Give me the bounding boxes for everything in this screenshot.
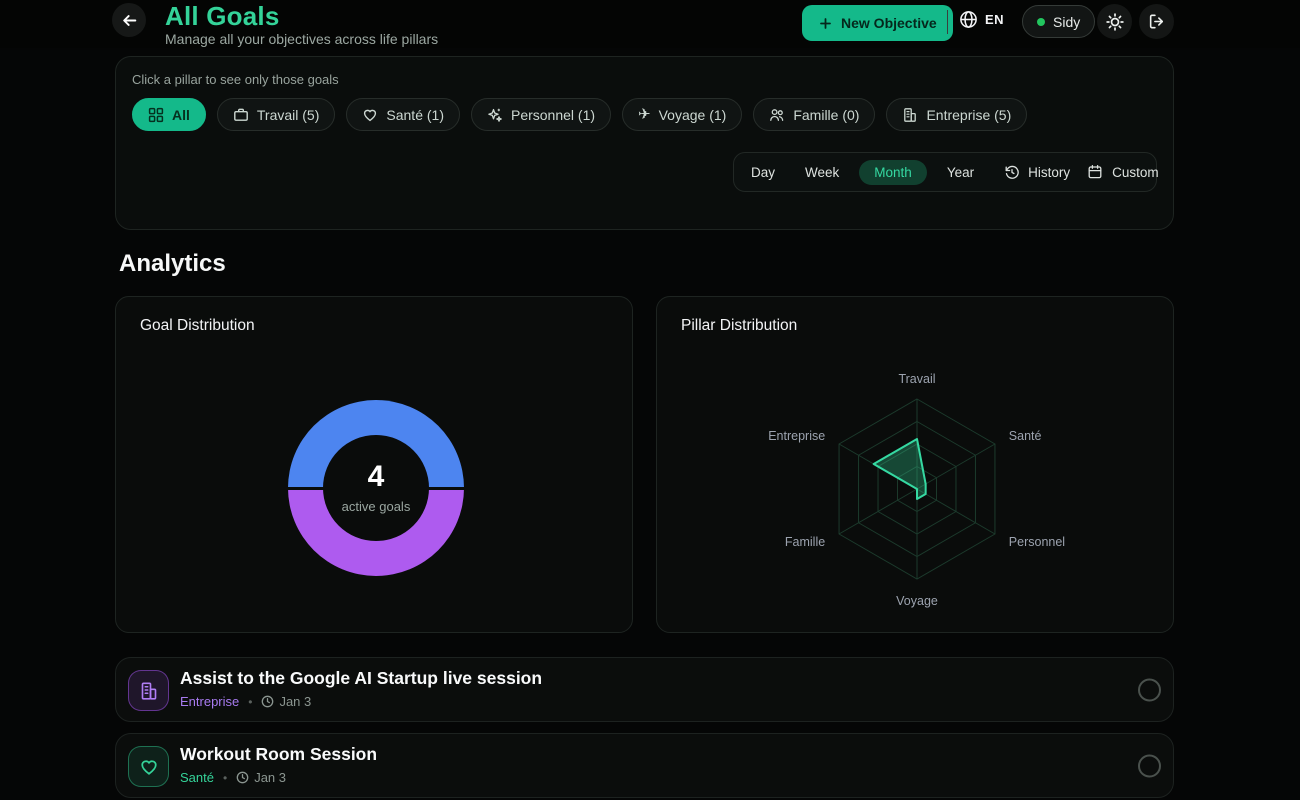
pill-label: All [172, 106, 190, 123]
plane-icon: ✈ [638, 106, 651, 123]
pillar-distribution-card: Pillar Distribution Travail Santé Personne… [656, 296, 1174, 633]
goal-title: Workout Room Session [180, 744, 378, 764]
goal-distribution-donut-chart: 4 active goals [288, 400, 464, 576]
svg-text:Famille: Famille [785, 535, 825, 549]
header-divider [947, 10, 948, 34]
pill-label: Entreprise (5) [926, 106, 1012, 123]
user-menu-button[interactable]: Sidy [1022, 5, 1096, 38]
logout-icon [1148, 13, 1165, 30]
range-week[interactable]: Week [805, 165, 839, 180]
user-name: Sidy [1053, 13, 1081, 30]
pill-label: Santé (1) [386, 106, 444, 123]
heart-icon [362, 107, 378, 123]
people-icon [769, 107, 785, 123]
calendar-icon [1087, 164, 1103, 180]
header-bar: All Goals Manage all your objectives acr… [0, 0, 1300, 48]
pill-all[interactable]: All [132, 98, 206, 131]
history-label: History [1028, 164, 1071, 180]
goal-date: Jan 3 [261, 694, 311, 709]
meta-separator: • [248, 694, 253, 709]
sparkles-icon [487, 107, 503, 123]
pill-label: Voyage (1) [658, 106, 727, 123]
back-button[interactable] [112, 3, 146, 37]
goal-date: Jan 3 [236, 770, 286, 785]
page-subtitle: Manage all your objectives across life p… [165, 31, 439, 47]
range-year[interactable]: Year [947, 165, 974, 180]
goal-meta: Santé • Jan 3 [180, 770, 286, 785]
pill-personnel[interactable]: Personnel (1) [470, 98, 612, 131]
goal-distribution-card: Goal Distribution 4 active goals [115, 296, 633, 633]
clock-icon [261, 695, 274, 708]
grid-icon [148, 107, 164, 123]
page-title: All Goals [165, 1, 280, 31]
pill-label: Travail (5) [256, 106, 320, 123]
svg-text:Santé: Santé [1009, 429, 1042, 443]
donut-center: 4 active goals [323, 435, 429, 541]
goal-row-workout-session[interactable]: Workout Room Session Santé • Jan 3 [115, 733, 1174, 798]
pillar-pill-row: All Travail (5) Santé (1) Personnel (1) … [132, 98, 1028, 131]
goal-date-label: Jan 3 [279, 694, 312, 709]
pill-travail[interactable]: Travail (5) [216, 98, 336, 131]
pill-entreprise[interactable]: Entreprise (5) [886, 98, 1028, 131]
goal-complete-toggle[interactable] [1138, 678, 1161, 701]
goal-title: Assist to the Google AI Startup live ses… [180, 668, 543, 688]
briefcase-icon [233, 107, 249, 123]
goal-meta: Entreprise • Jan 3 [180, 694, 311, 709]
pill-sante[interactable]: Santé (1) [346, 98, 460, 131]
svg-text:Personnel: Personnel [1009, 535, 1065, 549]
gear-icon [1105, 12, 1124, 31]
filter-hint: Click a pillar to see only those goals [132, 72, 339, 87]
all-goals-page: All Goals Manage all your objectives acr… [0, 0, 1300, 800]
range-day[interactable]: Day [751, 165, 775, 180]
logout-button[interactable] [1139, 4, 1174, 39]
building-icon [902, 107, 918, 123]
globe-icon [959, 10, 978, 29]
building-icon [128, 670, 169, 711]
goal-pillar-tag[interactable]: Santé [180, 770, 214, 785]
analytics-heading: Analytics [119, 250, 226, 277]
meta-separator: • [222, 770, 228, 785]
pill-famille[interactable]: Famille (0) [753, 98, 876, 131]
goal-row-google-ai-session[interactable]: Assist to the Google AI Startup live ses… [115, 657, 1174, 722]
history-button[interactable]: History [1004, 164, 1070, 180]
arrow-left-icon [121, 12, 138, 29]
pillar-radar-chart: Travail Santé Personnel Voyage Famille Entrep… [768, 372, 1065, 608]
time-range-bar: Day Week Month Year History Custom [733, 152, 1159, 192]
new-objective-label: New Objective [841, 15, 937, 31]
pillar-filter-card: Click a pillar to see only those goals A… [115, 56, 1174, 230]
goal-distribution-title: Goal Distribution [140, 317, 255, 334]
pill-voyage[interactable]: ✈ Voyage (1) [622, 98, 743, 131]
pill-label: Personnel (1) [510, 106, 596, 123]
goal-complete-toggle[interactable] [1138, 754, 1161, 777]
history-icon [1004, 164, 1020, 180]
new-objective-button[interactable]: New Objective [802, 5, 953, 41]
online-status-dot [1037, 17, 1045, 26]
custom-range-button[interactable]: Custom [1087, 164, 1159, 180]
active-goals-count: 4 [367, 460, 385, 493]
language-switcher[interactable]: EN [959, 10, 1004, 29]
custom-label: Custom [1112, 164, 1159, 180]
active-goals-label: active goals [341, 499, 411, 514]
clock-icon [236, 771, 249, 784]
range-month[interactable]: Month [859, 159, 927, 185]
svg-text:Travail: Travail [898, 372, 935, 386]
heart-icon [128, 746, 169, 787]
svg-text:Voyage: Voyage [896, 594, 938, 608]
goal-date-label: Jan 3 [254, 770, 286, 785]
settings-button[interactable] [1097, 4, 1132, 39]
svg-text:Entreprise: Entreprise [768, 429, 825, 443]
pill-label: Famille (0) [793, 106, 860, 123]
goal-pillar-tag[interactable]: Entreprise [180, 694, 239, 709]
plus-icon [818, 16, 833, 31]
language-label: EN [985, 12, 1005, 27]
